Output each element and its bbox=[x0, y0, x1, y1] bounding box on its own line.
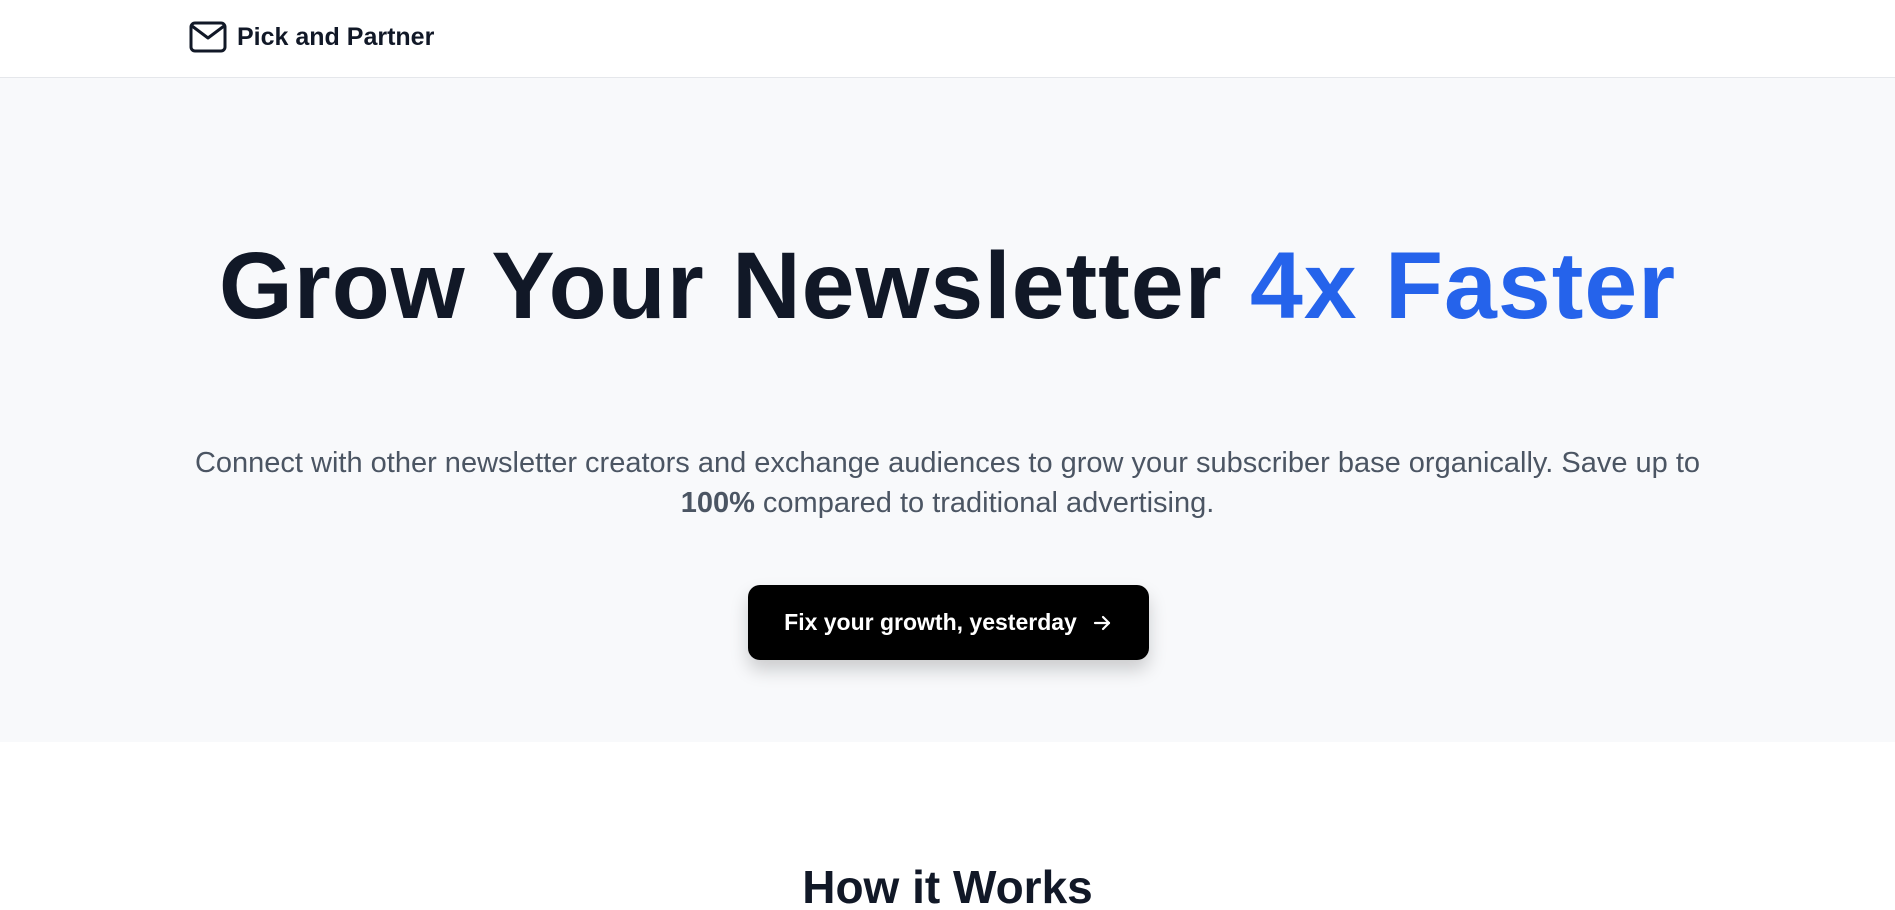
how-it-works-section: How it Works bbox=[0, 742, 1895, 910]
hero-subtitle-line-2-text: compared to traditional advertising. bbox=[754, 487, 1215, 519]
mail-icon bbox=[189, 20, 227, 54]
arrow-right-icon bbox=[1091, 612, 1113, 634]
hero-subtitle-line-1: Connect with other newsletter creators a… bbox=[194, 447, 1701, 479]
how-it-works-title: How it Works bbox=[802, 861, 1093, 910]
savings-highlight: 100% bbox=[680, 487, 755, 519]
hero-title: Grow Your Newsletter 4x Faster bbox=[0, 234, 1895, 339]
cta-button-label: Fix your growth, yesterday bbox=[784, 609, 1077, 635]
hero-subtitle: Connect with other newsletter creators a… bbox=[0, 443, 1895, 523]
cta-button[interactable]: Fix your growth, yesterday bbox=[748, 585, 1149, 660]
hero-title-main: Grow Your Newsletter bbox=[218, 233, 1250, 339]
site-header: Pick and Partner bbox=[0, 0, 1895, 78]
hero-subtitle-line-2: 100% compared to traditional advertising… bbox=[120, 483, 1775, 523]
hero-title-accent: 4x Faster bbox=[1249, 233, 1677, 339]
brand-link[interactable]: Pick and Partner bbox=[189, 20, 434, 54]
brand-name: Pick and Partner bbox=[237, 22, 435, 51]
hero-section: Grow Your Newsletter 4x Faster Connect w… bbox=[0, 78, 1895, 742]
